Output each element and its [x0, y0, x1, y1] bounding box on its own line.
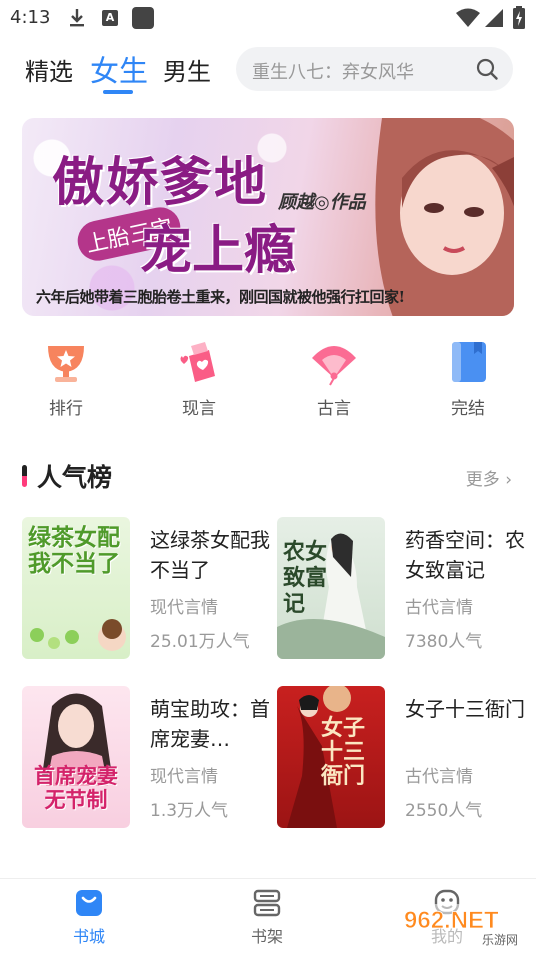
- more-label: 更多: [465, 470, 500, 490]
- book-title[interactable]: 药香空间：农女致富记: [405, 525, 525, 585]
- book-title[interactable]: 萌宝助攻：首席宠妻…: [150, 694, 270, 754]
- book-cover[interactable]: 绿茶女配我不当了: [22, 517, 130, 659]
- book-title[interactable]: 这绿茶女配我不当了: [150, 525, 270, 585]
- nav-label-bookshelf: 书架: [250, 927, 283, 946]
- watermark-text: 962.NET: [404, 907, 499, 934]
- category-modern[interactable]: 现言: [159, 338, 239, 419]
- wifi-icon: [456, 8, 480, 27]
- status-time: 4:13: [10, 7, 51, 28]
- category-row: 排行 现言 古言 完结: [0, 338, 536, 428]
- book-popularity: 1.3万人气: [150, 801, 229, 821]
- banner-author: 顾越◎作品: [278, 192, 366, 213]
- search-icon[interactable]: [475, 57, 499, 81]
- promo-banner[interactable]: 傲娇爹地 上胎三宝 宠上瘾 顾越◎作品 六年后她带着三胞胎卷土重来，刚回国就被他…: [22, 118, 514, 316]
- cover-leaf-decoration: [30, 619, 126, 651]
- book-cover[interactable]: 女子十三衙门: [277, 686, 385, 828]
- book-genre: 古代言情: [405, 767, 473, 787]
- cover-title-text: 首席宠妻无节制: [34, 763, 118, 812]
- tab-female[interactable]: 女生: [90, 48, 148, 90]
- more-link[interactable]: 更多 ›: [466, 465, 512, 490]
- battery-icon: [513, 6, 525, 29]
- category-rank[interactable]: 排行: [26, 338, 106, 419]
- status-bar: 4:13 A: [0, 0, 536, 36]
- book-card[interactable]: 女子十三衙门 女子十三衙门 古代言情 2550人气: [277, 686, 527, 836]
- book-title[interactable]: 女子十三衙门: [405, 694, 525, 724]
- book-cover[interactable]: 农女致富记: [277, 517, 385, 659]
- bookstore-icon: [76, 890, 102, 916]
- category-label-ancient: 古言: [317, 399, 351, 419]
- signal-icon: [485, 9, 503, 27]
- book-card[interactable]: 首席宠妻无节制 萌宝助攻：首席宠妻… 现代言情 1.3万人气: [22, 686, 272, 836]
- watermark-logo: 962.NET 乐游网: [398, 904, 530, 947]
- nav-label-bookstore: 书城: [72, 927, 105, 946]
- banner-title-line1: 傲娇爹地: [52, 152, 269, 213]
- tab-male[interactable]: 男生: [163, 52, 211, 87]
- category-label-complete: 完结: [451, 399, 485, 419]
- nav-bookshelf[interactable]: 书架: [232, 887, 302, 947]
- category-label-rank: 排行: [49, 399, 83, 419]
- cover-title-text: 女子十三衙门: [321, 715, 366, 789]
- bookshelf-icon: [253, 889, 281, 917]
- tab-featured[interactable]: 精选: [25, 52, 73, 87]
- book-genre: 现代言情: [150, 598, 218, 618]
- trophy-icon: [48, 346, 84, 382]
- app-square-icon: [132, 7, 154, 29]
- book-genre: 现代言情: [150, 767, 218, 787]
- section-accent-bar: [22, 465, 27, 487]
- book-popularity: 7380人气: [405, 632, 483, 652]
- book-icon: [452, 342, 486, 382]
- active-tab-indicator: [103, 90, 133, 94]
- popular-section-header: 人气榜 更多 ›: [0, 456, 536, 496]
- nav-bookstore[interactable]: 书城: [54, 887, 124, 947]
- banner-title-line2: 宠上瘾: [140, 220, 297, 281]
- book-popularity: 2550人气: [405, 801, 483, 821]
- download-icon: [70, 9, 84, 27]
- a-icon: A: [102, 10, 118, 26]
- category-label-modern: 现言: [182, 399, 216, 419]
- book-cover[interactable]: 首席宠妻无节制: [22, 686, 130, 828]
- top-nav: 精选 女生 男生 重生八七：弃女风华: [0, 40, 536, 100]
- heart-bag-icon: [180, 342, 215, 382]
- chevron-right-icon: ›: [505, 470, 512, 490]
- section-title: 人气榜: [37, 463, 113, 492]
- search-placeholder: 重生八七：弃女风华: [252, 62, 414, 83]
- search-input[interactable]: 重生八七：弃女风华: [236, 47, 513, 91]
- category-complete[interactable]: 完结: [428, 338, 508, 419]
- fan-icon: [312, 346, 356, 386]
- banner-tagline: 六年后她带着三胞胎卷土重来，刚回国就被他强行扛回家!: [36, 288, 405, 306]
- book-genre: 古代言情: [405, 598, 473, 618]
- category-ancient[interactable]: 古言: [294, 338, 374, 419]
- book-card[interactable]: 绿茶女配我不当了 这绿茶女配我不当了 现代言情 25.01万人气: [22, 517, 272, 667]
- watermark-subtext: 乐游网: [482, 933, 518, 947]
- cover-title-text: 农女致富记: [283, 539, 328, 617]
- book-card[interactable]: 农女致富记 药香空间：农女致富记 古代言情 7380人气: [277, 517, 527, 667]
- book-popularity: 25.01万人气: [150, 632, 250, 652]
